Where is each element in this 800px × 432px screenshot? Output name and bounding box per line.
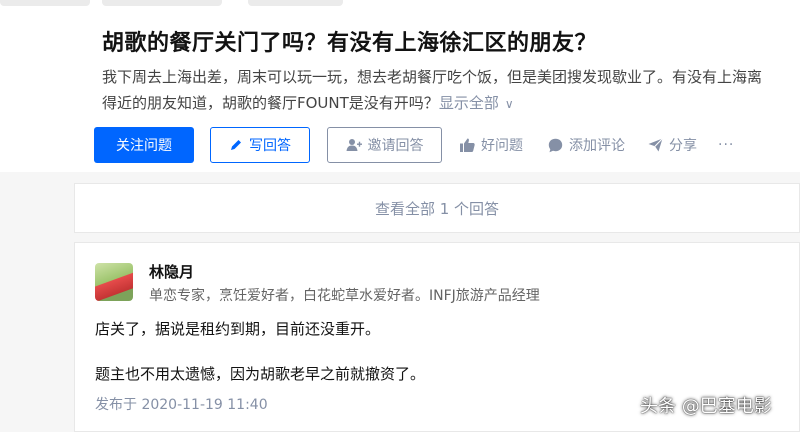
- chevron-down-icon: ∨: [504, 97, 514, 111]
- follow-question-button[interactable]: 关注问题: [94, 127, 194, 163]
- question-title: 胡歌的餐厅关门了吗？有没有上海徐汇区的朋友？: [102, 31, 598, 56]
- write-answer-button[interactable]: 写回答: [210, 127, 310, 163]
- view-all-answers-button[interactable]: 查看全部 1 个回答: [74, 183, 800, 233]
- post-time[interactable]: 发布于 2020-11-19 11:40: [95, 394, 268, 414]
- question-description: 我下周去上海出差，周末可以玩一玩，想去老胡餐厅吃个饭，但是美团搜发现歇业了。有没…: [102, 64, 792, 117]
- more-button[interactable]: ···: [718, 127, 734, 163]
- add-user-icon: [346, 138, 362, 152]
- show-all-link[interactable]: 显示全部 ∨: [439, 94, 514, 112]
- invite-answer-button[interactable]: 邀请回答: [327, 127, 442, 163]
- follow-question-label: 关注问题: [116, 138, 172, 154]
- question-description-line: 得近的朋友知道，胡歌的餐厅FOUNT是没有开吗？显示全部 ∨: [102, 90, 792, 117]
- avatar[interactable]: [95, 263, 133, 301]
- tab-stub[interactable]: [0, 0, 90, 6]
- answer-paragraph: 店关了，据说是租约到期，目前还没重开。: [95, 320, 381, 338]
- author-bio: 单恋专家，烹饪爱好者，白花蛇草水爱好者。INFJ旅游产品经理: [149, 288, 540, 304]
- more-icon: ···: [718, 137, 735, 153]
- share-label: 分享: [669, 138, 697, 154]
- question-actions: 关注问题 写回答 邀请回答 好问题 添加评论 分享 ···: [94, 127, 794, 163]
- invite-answer-label: 邀请回答: [367, 138, 424, 154]
- good-question-button[interactable]: 好问题: [460, 127, 523, 163]
- add-comment-button[interactable]: 添加评论: [548, 127, 625, 163]
- view-all-answers-label: 查看全部 1 个回答: [374, 199, 500, 218]
- tab-stub[interactable]: [102, 0, 222, 6]
- thumb-up-icon: [460, 138, 475, 152]
- good-question-label: 好问题: [481, 138, 523, 154]
- pencil-icon: [229, 138, 243, 152]
- top-tab-strip: [0, 0, 800, 8]
- question-header: 胡歌的餐厅关门了吗？有没有上海徐汇区的朋友？ 我下周去上海出差，周末可以玩一玩，…: [0, 8, 800, 172]
- question-description-text: 得近的朋友知道，胡歌的餐厅FOUNT是没有开吗？: [102, 94, 439, 112]
- question-description-line: 我下周去上海出差，周末可以玩一玩，想去老胡餐厅吃个饭，但是美团搜发现歇业了。有没…: [102, 68, 763, 86]
- show-all-label: 显示全部: [438, 94, 499, 112]
- share-button[interactable]: 分享: [648, 127, 697, 163]
- tab-stub[interactable]: [248, 0, 343, 6]
- answer-paragraph: 题主也不用太遗憾，因为胡歌老早之前就撤资了。: [95, 365, 426, 383]
- add-comment-label: 添加评论: [569, 138, 625, 154]
- write-answer-label: 写回答: [249, 138, 291, 154]
- watermark: 头条 @巴塞电影: [640, 396, 772, 417]
- author-name[interactable]: 林隐月: [149, 261, 194, 282]
- comment-icon: [548, 138, 563, 153]
- share-icon: [648, 138, 663, 152]
